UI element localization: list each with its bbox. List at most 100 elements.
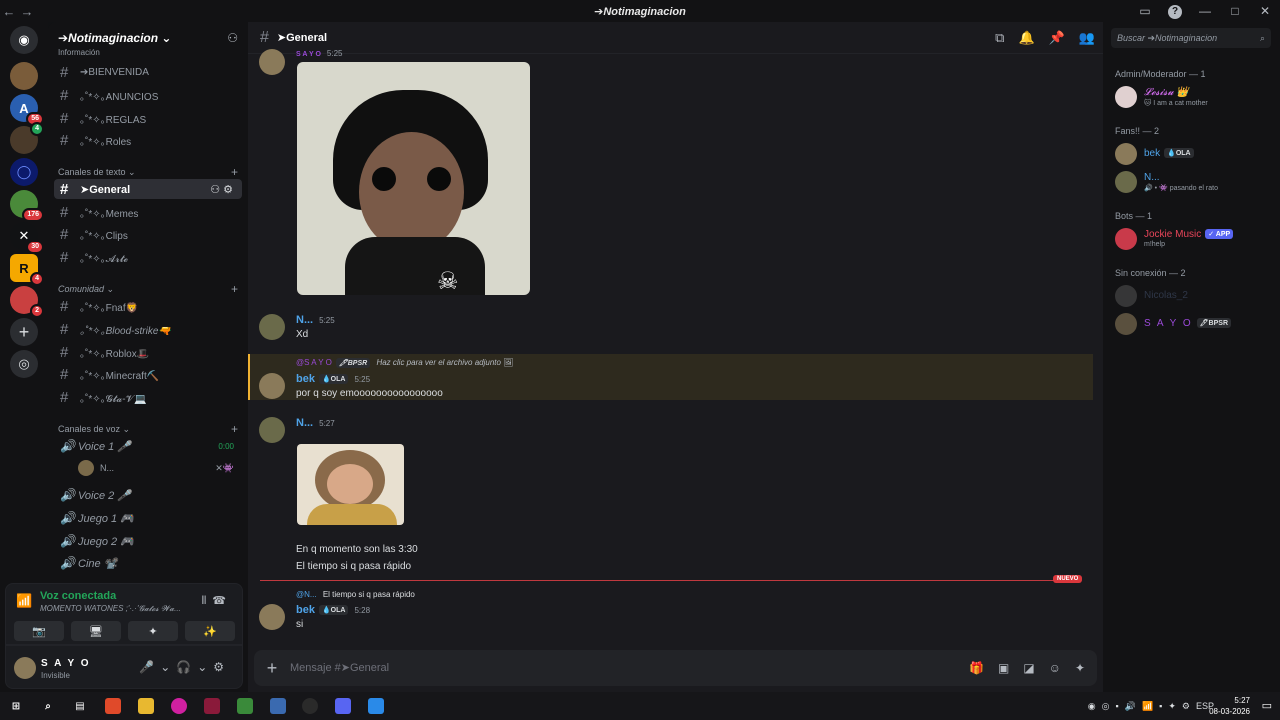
voice-channel-juego-1[interactable]: 🔊 Juego 1 🎮 bbox=[54, 508, 242, 528]
channel-bienvenida[interactable]: # ➔BIENVENIDA bbox=[54, 62, 242, 82]
category-text[interactable]: Canales de texto ⌄ + bbox=[58, 165, 238, 179]
attach-icon[interactable]: + bbox=[254, 658, 290, 679]
gif-icon[interactable]: ▣ bbox=[998, 661, 1009, 675]
members-icon[interactable]: 👥 bbox=[1079, 30, 1095, 46]
app-icon[interactable] bbox=[204, 698, 220, 714]
server-icon[interactable]: ◯ bbox=[10, 158, 38, 186]
notification-icon[interactable]: ▭ bbox=[1262, 699, 1272, 712]
message-input[interactable] bbox=[290, 662, 890, 674]
tray-icon[interactable]: ✦ bbox=[1168, 701, 1176, 712]
channel-general[interactable]: # ➤General ⚇⚙ bbox=[54, 179, 242, 199]
channel-fnaf[interactable]: # ｡˚*✧｡Fnaf🦁 bbox=[54, 296, 242, 316]
help-icon[interactable]: ? bbox=[1160, 3, 1190, 19]
gift-icon[interactable]: 🎁 bbox=[969, 661, 984, 675]
threads-icon[interactable]: ⧉ bbox=[995, 30, 1004, 46]
channel-roles[interactable]: # ｡˚*✧｡Roles bbox=[54, 130, 242, 150]
voice-channel-juego-2[interactable]: 🔊 Juego 2 🎮 bbox=[54, 531, 242, 551]
message-author[interactable]: bek 💧OLA 5:28 bbox=[296, 604, 370, 616]
app-icon[interactable] bbox=[237, 698, 253, 714]
member-n[interactable]: N... 🔊 • 👾 pasando el rato bbox=[1115, 169, 1275, 195]
tray-icon[interactable]: ▪ bbox=[1159, 701, 1162, 711]
avatar[interactable] bbox=[259, 604, 285, 630]
channel-blood-strike[interactable]: # ｡˚*✧｡Blood-strike🔫 bbox=[54, 319, 242, 339]
category-voice[interactable]: Canales de voz ⌄ + bbox=[58, 422, 238, 436]
discover-icon[interactable]: ◎ bbox=[10, 350, 38, 378]
voice-user[interactable]: N... ✕👾 bbox=[54, 458, 242, 478]
image-attachment[interactable] bbox=[297, 444, 404, 525]
maximize-button[interactable]: □ bbox=[1220, 4, 1250, 18]
channel-settings-icon[interactable]: ⚇⚙ bbox=[210, 183, 236, 196]
member-bek[interactable]: bek 💧OLA bbox=[1115, 141, 1275, 167]
pin-icon[interactable]: 📌 bbox=[1049, 30, 1065, 46]
member-jockie-music[interactable]: Jockie Music ✓ APP m!help bbox=[1115, 226, 1275, 252]
category-comunidad[interactable]: Comunidad ⌄ + bbox=[58, 282, 238, 296]
add-channel-icon[interactable]: + bbox=[231, 165, 238, 179]
add-channel-icon[interactable]: + bbox=[231, 282, 238, 296]
reply-preview[interactable]: @S A Y O 🖊BPSR Haz clic para ver el archi… bbox=[296, 358, 513, 368]
avatar[interactable] bbox=[259, 314, 285, 340]
chrome-icon[interactable]: ◎ bbox=[1102, 701, 1110, 712]
message-author[interactable]: S A Y O 5:25 bbox=[296, 49, 342, 58]
voice-location[interactable]: MOMENTO WATONES ;'·.·'𝓖𝓪𝓽𝓸𝓼 𝓦𝓪... bbox=[40, 604, 181, 614]
file-explorer-icon[interactable] bbox=[138, 698, 154, 714]
wifi-icon[interactable]: 📶 bbox=[1142, 701, 1153, 712]
app-icon[interactable] bbox=[270, 698, 286, 714]
server-icon[interactable] bbox=[10, 62, 38, 90]
signal-icon[interactable]: 📶 bbox=[16, 593, 32, 609]
add-server-icon[interactable]: + bbox=[10, 318, 38, 346]
member-nicolas[interactable]: Nicolas_2 bbox=[1115, 283, 1275, 309]
app-icon[interactable] bbox=[171, 698, 187, 714]
voice-channel-1[interactable]: 🔊 Voice 1 🎤 0:00 bbox=[54, 436, 242, 456]
whatsapp-icon[interactable]: ◉ bbox=[1088, 701, 1096, 712]
task-view-icon[interactable]: ▤ bbox=[72, 698, 88, 714]
tray-icon[interactable]: ⚙ bbox=[1182, 701, 1190, 712]
soundboard-button[interactable]: ✨ bbox=[185, 621, 235, 641]
avatar[interactable] bbox=[259, 49, 285, 75]
volume-icon[interactable]: 🔊 bbox=[1125, 701, 1136, 712]
channel-arte[interactable]: # ｡˚*✧｡𝓐𝓻𝓽𝓮 bbox=[54, 247, 242, 267]
member-sayo[interactable]: S A Y O 🖊BPSR bbox=[1115, 311, 1275, 337]
minimize-button[interactable]: — bbox=[1190, 4, 1220, 18]
inbox-icon[interactable]: ▭ bbox=[1130, 4, 1160, 18]
app-icon[interactable] bbox=[302, 698, 318, 714]
windows-start-icon[interactable]: ⊞ bbox=[8, 698, 24, 714]
search-input[interactable]: Buscar ➔Notimaginacion ⌕ bbox=[1111, 28, 1271, 48]
user-controls[interactable]: 🎤⌄🎧⌄⚙ bbox=[139, 660, 230, 674]
discord-home-icon[interactable]: ◉ bbox=[10, 26, 38, 54]
reply-preview[interactable]: @N... El tiempo si q pasa rápido bbox=[296, 590, 415, 599]
activities-button[interactable]: ✦ bbox=[128, 621, 178, 641]
search-icon[interactable]: ⌕ bbox=[40, 698, 56, 714]
screen-share-button[interactable]: 🖥 bbox=[71, 621, 121, 641]
apps-icon[interactable]: ✦ bbox=[1075, 661, 1085, 675]
server-icon[interactable]: A 56 bbox=[10, 94, 44, 126]
brave-icon[interactable] bbox=[105, 698, 121, 714]
system-tray[interactable]: ◉ ◎ ▪ 🔊 📶 ▪ ✦ ⚙ ESP bbox=[1088, 692, 1214, 720]
server-icon[interactable]: R4 bbox=[10, 254, 44, 286]
channel-clips[interactable]: # ｡˚*✧｡Clips bbox=[54, 224, 242, 244]
server-icon[interactable]: 2 bbox=[10, 286, 44, 318]
avatar[interactable] bbox=[259, 417, 285, 443]
channel-anuncios[interactable]: # ｡˚*✧｡ANUNCIOS bbox=[54, 85, 242, 105]
voice-channel-2[interactable]: 🔊 Voice 2 🎤 bbox=[54, 485, 242, 505]
emoji-icon[interactable]: ☺ bbox=[1049, 661, 1061, 675]
channel-memes[interactable]: # ｡˚*✧｡Memes bbox=[54, 202, 242, 222]
clock[interactable]: 5:27 08-03-2026 bbox=[1209, 695, 1250, 717]
avatar[interactable] bbox=[259, 373, 285, 399]
channel-roblox[interactable]: # ｡˚*✧｡Roblox🎩 bbox=[54, 342, 242, 362]
tray-icon[interactable]: ▪ bbox=[1116, 701, 1119, 711]
message-author[interactable]: N... 5:25 bbox=[296, 314, 335, 326]
channel-gta-v[interactable]: # ｡˚*✧｡𝓖𝓽𝓪-𝓥💻 bbox=[54, 387, 242, 407]
member-lesisu[interactable]: 𝓛𝓮𝓼𝓲𝓼𝓾 👑 🐱 I am a cat mother bbox=[1115, 84, 1275, 110]
voice-status[interactable]: Voz conectada bbox=[40, 590, 116, 602]
disconnect-icon[interactable]: ⫴☎ bbox=[202, 594, 232, 608]
channel-reglas[interactable]: # ｡˚*✧｡REGLAS bbox=[54, 108, 242, 128]
add-channel-icon[interactable]: + bbox=[231, 422, 238, 436]
avatar[interactable] bbox=[14, 657, 36, 679]
message-author[interactable]: bek 💧OLA 5:25 bbox=[296, 373, 370, 385]
close-button[interactable]: ✕ bbox=[1250, 4, 1280, 18]
voice-channel-cine[interactable]: 🔊 Cine 📽️ bbox=[54, 553, 242, 573]
image-attachment[interactable]: ☠ bbox=[297, 62, 530, 295]
channel-minecraft[interactable]: # ｡˚*✧｡Minecraft⛏️ bbox=[54, 364, 242, 384]
camera-button[interactable]: 📷 bbox=[14, 621, 64, 641]
discord-icon[interactable] bbox=[335, 698, 351, 714]
